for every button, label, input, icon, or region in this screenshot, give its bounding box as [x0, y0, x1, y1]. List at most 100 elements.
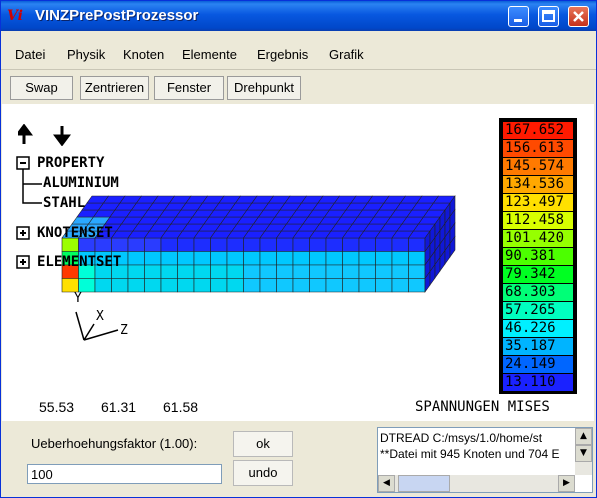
fenster-button[interactable]: Fenster [154, 76, 224, 100]
log-line: DTREAD C:/msys/1.0/home/st [380, 431, 543, 445]
mesh-element [408, 278, 426, 293]
graphics-viewport[interactable]: PROPERTY ALUMINIUM STAHL KNOTENSET ELEME… [2, 104, 594, 421]
tree-knotenset[interactable]: KNOTENSET [37, 225, 113, 241]
tree-elementset[interactable]: ELEMENTSET [37, 254, 121, 270]
mesh-element [342, 278, 360, 293]
horizontal-scrollbar[interactable]: ◀ ▶ [378, 475, 575, 492]
drehpunkt-button[interactable]: Drehpunkt [227, 76, 301, 100]
undo-button[interactable]: undo [233, 460, 293, 486]
scroll-right-icon[interactable]: ▶ [558, 475, 575, 492]
mesh-element [325, 278, 343, 293]
mesh-element [243, 278, 261, 293]
menu-divider [1, 69, 596, 70]
mesh-element [243, 264, 261, 279]
mesh-element [160, 264, 178, 279]
coord-x-value: 55.53 [39, 399, 75, 415]
minimize-icon [514, 19, 522, 22]
mesh-element [193, 278, 211, 293]
mesh-element [391, 264, 409, 279]
mesh-element [177, 237, 195, 252]
legend-entry: 90.381 [503, 248, 573, 265]
mesh-element [375, 278, 393, 293]
mesh-element [210, 278, 228, 293]
menu-knoten[interactable]: Knoten [123, 47, 164, 62]
legend-entry: 134.536 [503, 176, 573, 193]
arrow-up-icon[interactable] [18, 124, 33, 144]
mesh-element [408, 264, 426, 279]
mesh-element [243, 251, 261, 266]
mesh-element [259, 278, 277, 293]
swap-button[interactable]: Swap [10, 76, 73, 100]
mesh-element [358, 237, 376, 252]
maximize-icon [542, 10, 555, 22]
mesh-element [160, 278, 178, 293]
mesh-element [276, 237, 294, 252]
mesh-element [226, 278, 244, 293]
scroll-up-icon[interactable]: ▲ [575, 428, 592, 445]
menu-elemente[interactable]: Elemente [182, 47, 237, 62]
mesh-element [358, 264, 376, 279]
legend-entry: 101.420 [503, 230, 573, 247]
vertical-scrollbar[interactable]: ▲ ▼ [575, 428, 592, 475]
scroll-down-icon[interactable]: ▼ [575, 445, 592, 462]
mesh-element [160, 251, 178, 266]
mesh-element [309, 278, 327, 293]
mesh-element [408, 237, 426, 252]
axis-x-label: X [96, 309, 104, 324]
legend-entry: 35.187 [503, 338, 573, 355]
scroll-left-icon[interactable]: ◀ [378, 475, 395, 492]
mesh-element [193, 237, 211, 252]
factor-label: Ueberhoehungsfaktor (1.00): [31, 436, 198, 451]
mesh-element [276, 264, 294, 279]
result-label: SPANNUNGEN MISES [415, 399, 550, 415]
mesh-element [292, 237, 310, 252]
tree-aluminium[interactable]: ALUMINIUM [43, 175, 119, 191]
zentrieren-button[interactable]: Zentrieren [80, 76, 149, 100]
arrow-down-icon[interactable] [53, 126, 71, 146]
mesh-element [127, 264, 145, 279]
mesh-element [391, 237, 409, 252]
ok-button[interactable]: ok [233, 431, 293, 457]
mesh-element [226, 251, 244, 266]
legend-entry: 112.458 [503, 212, 573, 229]
arrow-buttons [18, 124, 71, 146]
axis-y-label: Y [74, 291, 82, 306]
close-icon [573, 11, 584, 22]
log-line: **Datei mit 945 Knoten und 704 E [380, 447, 560, 461]
mesh-element [276, 251, 294, 266]
mesh-element [177, 264, 195, 279]
mesh-element [292, 264, 310, 279]
scroll-thumb[interactable] [398, 475, 450, 492]
mesh-element [342, 264, 360, 279]
tree-property[interactable]: PROPERTY [37, 155, 104, 171]
coord-z-value: 61.58 [163, 399, 199, 415]
legend-entry: 13.110 [503, 374, 573, 391]
log-output[interactable]: DTREAD C:/msys/1.0/home/st **Datei mit 9… [377, 427, 593, 493]
mesh-element [391, 251, 409, 266]
close-button[interactable] [568, 6, 589, 27]
mesh-element [358, 278, 376, 293]
minimize-button[interactable] [508, 6, 529, 27]
mesh-element [127, 251, 145, 266]
tree-stahl[interactable]: STAHL [43, 195, 85, 211]
menu-physik[interactable]: Physik [67, 47, 105, 62]
mesh-element [226, 237, 244, 252]
mesh-element [210, 251, 228, 266]
mesh-element [276, 278, 294, 293]
menu-datei[interactable]: Datei [15, 47, 45, 62]
title-bar[interactable]: Vi VINZPrePostProzessor [1, 1, 596, 31]
mesh-element [111, 237, 129, 252]
mesh-element [177, 251, 195, 266]
bottom-panel: Ueberhoehungsfaktor (1.00): ok undo DTRE… [1, 422, 596, 497]
menu-grafik[interactable]: Grafik [329, 47, 364, 62]
main-window: Vi VINZPrePostProzessor Datei Physik Kno… [0, 0, 597, 498]
mesh-element [210, 237, 228, 252]
axis-triad: Y X Z [74, 291, 128, 341]
mesh-element [342, 237, 360, 252]
legend-entry: 145.574 [503, 158, 573, 175]
legend-entry: 46.226 [503, 320, 573, 337]
menu-ergebnis[interactable]: Ergebnis [257, 47, 308, 62]
mesh-element [193, 264, 211, 279]
factor-input[interactable] [27, 464, 222, 484]
maximize-button[interactable] [538, 6, 559, 27]
